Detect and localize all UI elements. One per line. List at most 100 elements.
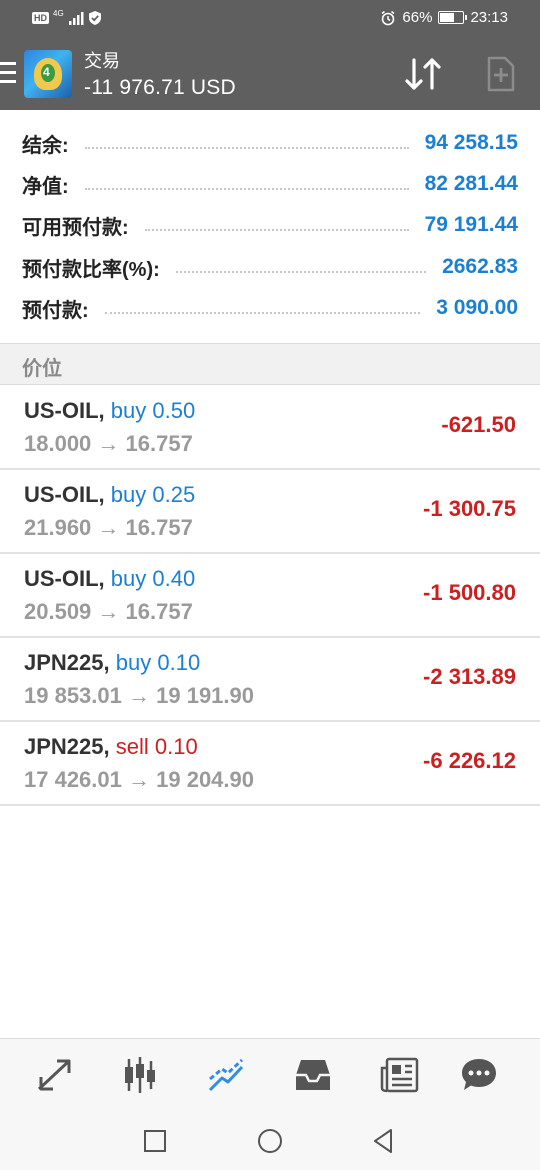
news-icon	[380, 1057, 419, 1093]
battery-level	[440, 13, 455, 22]
price-open: 21.960	[24, 515, 92, 540]
position-type: buy	[110, 482, 147, 507]
history-icon	[296, 1060, 330, 1090]
position-volume: 0.10	[157, 650, 201, 675]
shield-icon	[88, 11, 101, 25]
app-bar: 4 交易 -11 976.71 USD	[0, 38, 540, 110]
price-current: 16.757	[125, 515, 193, 540]
nav-chat[interactable]	[456, 1053, 502, 1097]
arrow-right-icon: →	[128, 767, 150, 792]
arrow-right-icon: →	[128, 683, 150, 708]
arrow-right-icon: →	[97, 515, 120, 540]
position-volume: 0.50	[152, 398, 196, 423]
account-summary: 结余: 94 258.15 净值: 82 281.44 可用预付款: 79 19…	[0, 110, 540, 343]
status-left: HD 4G	[32, 8, 102, 26]
dotted-leader	[84, 137, 409, 149]
dotted-leader	[84, 178, 409, 190]
position-type: sell	[115, 734, 149, 759]
summary-label: 结余:	[22, 134, 69, 157]
position-header: JPN225, buy 0.10	[24, 650, 200, 676]
position-prices: 20.509 → 16.757	[24, 599, 193, 625]
position-symbol: JPN225,	[24, 650, 110, 675]
position-row[interactable]: JPN225, sell 0.10 17 426.01 → 19 204.90 …	[0, 722, 540, 806]
nav-quotes[interactable]	[32, 1053, 78, 1097]
bottom-nav	[0, 1038, 540, 1110]
price-current: 19 204.90	[156, 767, 254, 792]
page-title: 交易	[84, 51, 120, 71]
position-symbol: US-OIL,	[24, 398, 105, 423]
position-row[interactable]: US-OIL, buy 0.40 20.509 → 16.757 -1 500.…	[0, 554, 540, 638]
nav-history[interactable]	[290, 1053, 336, 1097]
position-header: US-OIL, buy 0.25	[24, 482, 195, 508]
summary-label: 预付款:	[22, 299, 89, 322]
price-current: 19 191.90	[156, 683, 254, 708]
dotted-leader	[175, 261, 427, 273]
summary-label: 可用预付款:	[22, 216, 129, 239]
battery-icon	[438, 11, 468, 24]
menu-icon[interactable]	[0, 62, 16, 84]
hd-badge: HD	[32, 12, 49, 24]
summary-row-balance: 结余: 94 258.15	[22, 128, 518, 158]
position-volume: 0.10	[154, 734, 198, 759]
position-profit: -621.50	[441, 412, 516, 437]
position-header: JPN225, sell 0.10	[24, 734, 198, 760]
position-header: US-OIL, buy 0.50	[24, 398, 195, 424]
position-symbol: US-OIL,	[24, 482, 105, 507]
alarm-icon	[381, 10, 395, 25]
price-current: 16.757	[125, 431, 193, 456]
position-row[interactable]: JPN225, buy 0.10 19 853.01 → 19 191.90 -…	[0, 638, 540, 722]
price-open: 20.509	[24, 599, 92, 624]
section-title: 价位	[22, 358, 62, 380]
network-type: 4G	[53, 8, 64, 18]
summary-value: 94 258.15	[424, 131, 518, 154]
position-symbol: JPN225,	[24, 734, 110, 759]
position-prices: 19 853.01 → 19 191.90	[24, 683, 254, 709]
position-profit: -2 313.89	[423, 664, 516, 689]
summary-value: 82 281.44	[424, 172, 518, 195]
app-logo: 4	[24, 50, 72, 98]
position-row[interactable]: US-OIL, buy 0.50 18.000 → 16.757 -621.50	[0, 386, 540, 470]
summary-value: 3 090.00	[436, 296, 518, 319]
position-type: buy	[110, 398, 147, 423]
back-icon[interactable]	[370, 1127, 398, 1155]
battery-percent: 66%	[402, 9, 433, 26]
arrow-right-icon: →	[97, 599, 120, 624]
arrow-right-icon: →	[97, 431, 120, 456]
summary-row-free-margin: 可用预付款: 79 191.44	[22, 210, 518, 240]
position-symbol: US-OIL,	[24, 566, 105, 591]
position-volume: 0.40	[152, 566, 196, 591]
summary-row-margin: 预付款: 3 090.00	[22, 293, 518, 323]
price-current: 16.757	[125, 599, 193, 624]
summary-label: 预付款比率(%):	[22, 258, 160, 281]
clock: 23:13	[470, 9, 508, 26]
summary-value: 2662.83	[442, 255, 518, 278]
signal-icon	[68, 12, 84, 25]
section-header: 价位	[0, 343, 540, 385]
position-type: buy	[115, 650, 152, 675]
sort-icon[interactable]	[402, 56, 444, 92]
status-right: 66% 23:13	[380, 9, 508, 26]
recent-apps-icon[interactable]	[141, 1127, 169, 1155]
price-open: 18.000	[24, 431, 92, 456]
summary-value: 79 191.44	[424, 213, 518, 236]
position-prices: 21.960 → 16.757	[24, 515, 193, 541]
new-order-icon[interactable]	[485, 56, 517, 92]
price-open: 19 853.01	[24, 683, 122, 708]
price-open: 17 426.01	[24, 767, 122, 792]
home-icon[interactable]	[256, 1127, 284, 1155]
position-volume: 0.25	[152, 482, 196, 507]
total-profit: -11 976.71 USD	[84, 76, 236, 99]
status-bar: HD 4G 66% 23:13	[0, 0, 540, 38]
position-prices: 18.000 → 16.757	[24, 431, 193, 457]
position-header: US-OIL, buy 0.40	[24, 566, 195, 592]
system-nav	[0, 1110, 540, 1170]
nav-chart[interactable]	[117, 1053, 163, 1097]
quotes-icon	[37, 1059, 71, 1091]
nav-news[interactable]	[376, 1053, 422, 1097]
dotted-leader	[104, 302, 421, 314]
position-profit: -6 226.12	[423, 748, 516, 773]
nav-trade[interactable]	[204, 1053, 250, 1097]
position-prices: 17 426.01 → 19 204.90	[24, 767, 254, 793]
dotted-leader	[144, 219, 409, 231]
position-row[interactable]: US-OIL, buy 0.25 21.960 → 16.757 -1 300.…	[0, 470, 540, 554]
